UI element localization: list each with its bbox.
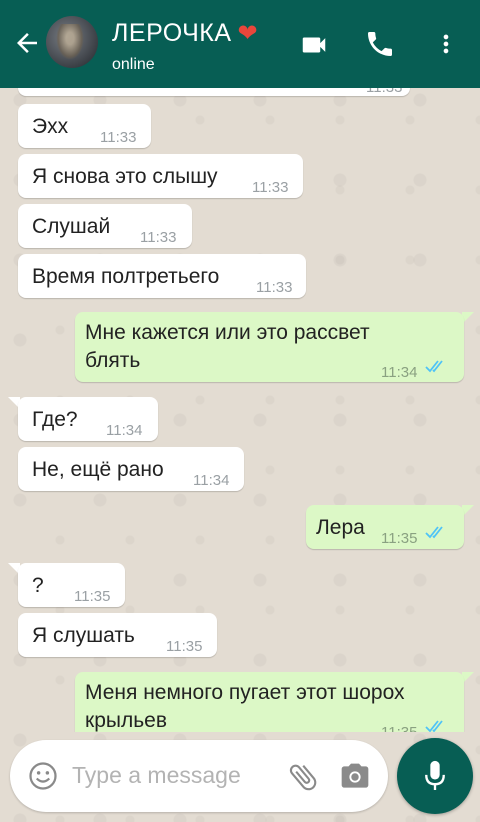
contact-name[interactable]: ЛЕРОЧКА ❤ [112, 19, 258, 48]
back-arrow-icon[interactable] [12, 28, 42, 58]
message-incoming[interactable]: Время полтретьего 11:33 [18, 254, 306, 298]
more-vert-icon[interactable] [432, 28, 460, 60]
message-incoming[interactable]: Я слушать 11:35 [18, 613, 217, 657]
message-clip: Меня немного пугает этот шорох крыльев 1… [0, 660, 480, 732]
message-time: 11:33 [100, 129, 137, 146]
message-text: Слушай [32, 215, 111, 238]
message-text-line1: Мне кажется или это рассвет [85, 321, 370, 344]
message-input-bar[interactable]: Type a message [10, 740, 388, 812]
message-text-line2: блять [85, 349, 141, 372]
contact-name-text: ЛЕРОЧКА [112, 19, 232, 47]
mic-icon [425, 760, 445, 790]
message-input-placeholder[interactable]: Type a message [72, 762, 241, 789]
attach-icon[interactable] [286, 760, 320, 794]
message-incoming[interactable]: Слушай 11:33 [18, 204, 192, 248]
phone-icon[interactable] [364, 28, 396, 60]
message-text: Время полтретьего [32, 265, 220, 288]
message-time: 11:34 [106, 422, 143, 439]
message-incoming[interactable]: Где? 11:34 [18, 397, 158, 441]
message-time: 11:34 [381, 364, 418, 381]
message-incoming[interactable]: Я снова это слышу 11:33 [18, 154, 303, 198]
mic-button[interactable] [397, 738, 473, 814]
double-check-icon [425, 526, 443, 539]
message-text: ? [32, 574, 44, 597]
heart-emoji: ❤ [237, 20, 259, 47]
message-text: Не, ещё рано [32, 458, 164, 481]
video-call-icon[interactable] [298, 30, 330, 60]
message-outgoing[interactable]: Мне кажется или это рассвет блять 11:34 [75, 312, 464, 382]
message-incoming[interactable]: Эхх 11:33 [18, 104, 151, 148]
message-time: 11:33 [256, 279, 293, 296]
message-outgoing[interactable]: Лера 11:35 [306, 505, 464, 549]
message-text: Где? [32, 408, 78, 431]
message-text-line1: Меня немного пугает этот шорох [85, 681, 405, 704]
contact-avatar[interactable] [46, 16, 98, 68]
message-text: Я снова это слышу [32, 165, 218, 188]
message-time: 11:33 [252, 179, 289, 196]
contact-status: online [112, 56, 155, 73]
double-check-icon [425, 360, 443, 373]
camera-icon[interactable] [338, 761, 372, 793]
message-time: 11:34 [193, 472, 230, 489]
chat-header: ЛЕРОЧКА ❤ online [0, 0, 480, 88]
message-time: 11:35 [166, 638, 203, 655]
message-text-line2: крыльев [85, 709, 167, 732]
message-time: 11:33 [140, 229, 177, 246]
message-time: 11:35 [381, 719, 417, 732]
message-text: Я слушать [32, 624, 135, 647]
message-text: Лера [316, 516, 365, 539]
message-outgoing[interactable]: Меня немного пугает этот шорох крыльев 1… [75, 672, 464, 732]
message-incoming[interactable]: Не, ещё рано 11:34 [18, 447, 244, 491]
message-time: 11:35 [381, 530, 418, 547]
double-check-icon [425, 720, 443, 732]
message-text: Эхх [32, 115, 69, 138]
emoji-icon[interactable] [28, 761, 58, 791]
message-time: 11:35 [74, 588, 111, 605]
message-incoming[interactable]: ? 11:35 [18, 563, 125, 607]
